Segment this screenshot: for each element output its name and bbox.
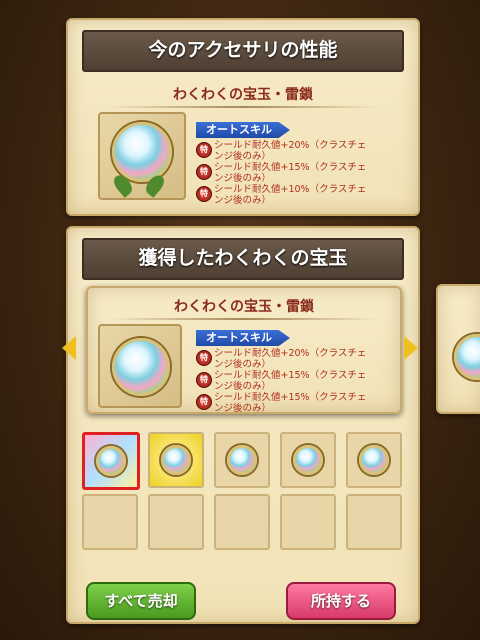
divider [108,106,378,108]
acquired-item-icon-frame [98,324,182,408]
next-item-card-peek[interactable] [436,284,480,414]
empty-slot[interactable] [148,494,204,550]
acquired-title: 獲得したわくわくの宝玉 [82,238,404,280]
empty-slot[interactable] [82,494,138,550]
gem-orb-icon [454,334,480,380]
skill-line: シールド耐久値+15%（クラスチェ ンジ後のみ） [214,392,367,414]
skill-line: シールド耐久値+20%（クラスチェ ンジ後のみ） [214,348,367,370]
keep-button[interactable]: 所持する [286,582,396,620]
gem-orb-icon [96,446,126,476]
empty-slot[interactable] [280,494,336,550]
item-slot[interactable] [148,432,204,488]
current-item-name: わくわくの宝玉・雷鎖 [173,87,313,103]
item-slot-selected[interactable] [82,432,140,490]
acquired-panel: 獲得したわくわくの宝玉 わくわくの宝玉・雷鎖 オートスキル 特 シールド耐久値+… [66,226,420,624]
skill-badge-icon: 特 [196,186,212,202]
skill-badge-icon: 特 [196,350,212,366]
gem-orb-icon [112,338,170,396]
auto-skill-tag: オートスキル [196,330,290,346]
gem-orb-icon [293,445,323,475]
skill-badge-icon: 特 [196,394,212,410]
acquired-item-name: わくわくの宝玉・雷鎖 [174,299,314,315]
skill-badge-icon: 特 [196,142,212,158]
empty-slot[interactable] [214,494,270,550]
divider [108,318,380,320]
acquired-item-card[interactable]: わくわくの宝玉・雷鎖 オートスキル 特 シールド耐久値+20%（クラスチェ ンジ後… [86,286,402,414]
gem-orb-icon [112,122,172,182]
empty-slot[interactable] [346,494,402,550]
item-slot[interactable] [280,432,336,488]
skill-line: シールド耐久値+15%（クラスチェ ンジ後のみ） [214,162,367,184]
item-slot[interactable] [346,432,402,488]
auto-skill-tag: オートスキル [196,122,290,138]
gem-orb-icon [359,445,389,475]
arrow-right-icon[interactable] [404,336,418,360]
current-accessory-title: 今のアクセサリの性能 [82,30,404,72]
arrow-left-icon[interactable] [62,336,76,360]
gem-orb-icon [227,445,257,475]
gem-orb-icon [161,445,191,475]
item-slot[interactable] [214,432,270,488]
current-accessory-panel: 今のアクセサリの性能 わくわくの宝玉・雷鎖 オートスキル 特 シールド耐久値+2… [66,18,420,216]
skill-badge-icon: 特 [196,164,212,180]
skill-line: シールド耐久値+15%（クラスチェ ンジ後のみ） [214,370,367,392]
sell-all-button[interactable]: すべて売却 [86,582,196,620]
current-item-icon-frame [98,112,186,200]
skill-line: シールド耐久値+10%（クラスチェ ンジ後のみ） [214,184,367,206]
skill-badge-icon: 特 [196,372,212,388]
skill-line: シールド耐久値+20%（クラスチェ ンジ後のみ） [214,140,367,162]
